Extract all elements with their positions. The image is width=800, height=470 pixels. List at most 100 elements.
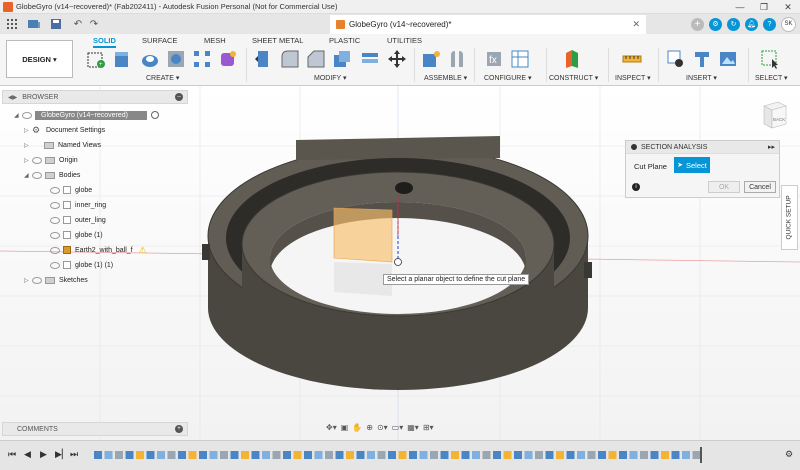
viewports-icon[interactable]: ⊞▾ [423,423,434,432]
cut-plane-select-button[interactable]: ➤ Select [674,157,710,173]
timeline-feature-icon[interactable] [125,451,134,459]
form-icon[interactable] [218,49,238,69]
timeline-feature-icon[interactable] [146,451,155,459]
warning-icon[interactable]: ⚠ [139,245,147,256]
quick-setup-tab[interactable]: QUICK SETUP [781,185,798,250]
new-component-icon[interactable] [421,49,441,69]
timeline-feature-icon[interactable] [346,451,354,459]
viewcube[interactable]: BACK [758,98,788,132]
timeline-track[interactable] [90,447,785,463]
timeline-feature-icon[interactable] [377,451,386,459]
timeline-back-icon[interactable]: ◀ [24,449,31,460]
timeline-feature-icon[interactable] [262,451,270,459]
timeline-feature-icon[interactable] [314,451,323,459]
timeline-feature-icon[interactable] [199,451,207,459]
browser-item-globe-1[interactable]: globe (1) [50,228,103,242]
timeline-feature-icon[interactable] [220,451,228,459]
configure-menu[interactable]: CONFIGURE ▾ [484,74,531,82]
timeline-feature-icon[interactable] [650,451,659,459]
timeline-feature-icon[interactable] [272,451,281,459]
timeline-feature-icon[interactable] [367,451,375,459]
timeline-feature-icon[interactable] [178,451,186,459]
section-analysis-header[interactable]: SECTION ANALYSIS ▸▸ [626,141,779,154]
timeline-feature-icon[interactable] [230,451,239,459]
browser-collapse-button[interactable]: – [175,93,183,101]
fit-icon[interactable]: ⊙▾ [377,423,388,432]
timeline-feature-icon[interactable] [451,451,459,459]
timeline-feature-icon[interactable] [503,451,512,459]
eye-icon[interactable] [32,276,42,284]
eye-icon[interactable] [50,216,60,224]
timeline-feature-icon[interactable] [283,451,291,459]
notifications-icon[interactable]: 🔔︎ [745,17,758,31]
ok-button[interactable]: OK [708,181,740,193]
eye-icon[interactable] [32,156,42,164]
timeline-feature-icon[interactable] [115,451,123,459]
timeline-settings-icon[interactable]: ⚙ [785,449,793,460]
timeline-feature-icon[interactable] [472,451,480,459]
assemble-menu[interactable]: ASSEMBLE ▾ [424,74,467,82]
configure-table-icon[interactable] [510,49,530,69]
insert-derive-icon[interactable] [666,49,686,69]
timeline-feature-icon[interactable] [514,451,522,459]
browser-item-inner-ring[interactable]: inner_ring [50,198,106,212]
browser-item-named-views[interactable]: ▷ Named Views [24,138,101,152]
tab-mesh[interactable]: MESH [204,36,226,45]
job-status-icon[interactable]: ↻ [727,17,740,31]
timeline-feature-icon[interactable] [682,451,690,459]
timeline-feature-icon[interactable] [325,451,333,459]
select-menu[interactable]: SELECT ▾ [755,74,788,82]
tab-sheet-metal[interactable]: SHEET METAL [252,36,303,45]
joint-icon[interactable] [447,49,467,69]
workspace-switcher[interactable]: DESIGN ▾ [6,40,73,78]
timeline-feature-icon[interactable] [398,451,407,459]
insert-mcmaster-icon[interactable] [692,49,712,69]
timeline-feature-icon[interactable] [545,451,554,459]
maximize-button[interactable]: ❐ [752,0,776,14]
browser-root-row[interactable]: ◢ GlobeGyro (v14~recovered) [14,108,159,122]
eye-icon[interactable] [32,171,42,179]
browser-header[interactable]: ◀▶ BROWSER – [2,90,188,104]
measure-icon[interactable] [622,49,642,69]
comments-panel[interactable]: COMMENTS + [2,422,188,436]
new-tab-button[interactable]: + [691,17,704,31]
timeline-forward-icon[interactable]: ▶▏ [55,449,69,460]
undo-icon[interactable]: ↶ [70,16,86,32]
timeline-feature-icon[interactable] [482,451,491,459]
browser-item-globe-1-1[interactable]: globe (1) (1) [50,258,113,272]
revolve-icon[interactable] [140,49,160,69]
offset-plane-icon[interactable] [562,49,582,69]
chamfer-icon[interactable] [306,49,326,69]
timeline-feature-icon[interactable] [136,451,144,459]
eye-icon[interactable] [50,186,60,194]
eye-icon[interactable] [50,261,60,269]
timeline-feature-icon[interactable] [556,451,564,459]
browser-item-globe[interactable]: globe [50,183,92,197]
cancel-button[interactable]: Cancel [744,181,776,193]
timeline-feature-icon[interactable] [661,451,669,459]
browser-item-earth[interactable]: Earth2_with_ball_f ⚠ [50,243,147,257]
help-icon[interactable]: ? [763,17,776,31]
zoom-icon[interactable]: ⊕ [366,423,373,432]
collapse-dialog-icon[interactable] [631,144,637,150]
tab-solid[interactable]: SOLID [93,36,116,48]
construct-menu[interactable]: CONSTRUCT ▾ [549,74,598,82]
chevron-down-icon[interactable]: ◢ [14,112,22,119]
timeline-feature-icon[interactable] [577,451,585,459]
timeline-end-icon[interactable]: ⏭ [70,449,78,460]
timeline-feature-icon[interactable] [293,451,302,459]
browser-item-outer-ring[interactable]: outer_ling [50,213,106,227]
tab-plastic[interactable]: PLASTIC [329,36,360,45]
tab-surface[interactable]: SURFACE [142,36,177,45]
tab-utilities[interactable]: UTILITIES [387,36,422,45]
timeline-feature-icon[interactable] [251,451,260,459]
chevron-down-icon[interactable]: ◢ [24,172,32,179]
timeline-feature-icon[interactable] [629,451,638,459]
expand-dialog-icon[interactable]: ▸▸ [768,143,775,151]
pan-icon[interactable]: ✋ [352,423,362,432]
press-pull-icon[interactable] [253,49,273,69]
browser-item-document-settings[interactable]: ▷ ⚙ Document Settings [24,123,105,137]
display-settings-icon[interactable]: ▭▾ [392,423,404,432]
timeline-feature-icon[interactable] [587,451,596,459]
orbit-icon[interactable]: ✥▾ [326,423,337,432]
